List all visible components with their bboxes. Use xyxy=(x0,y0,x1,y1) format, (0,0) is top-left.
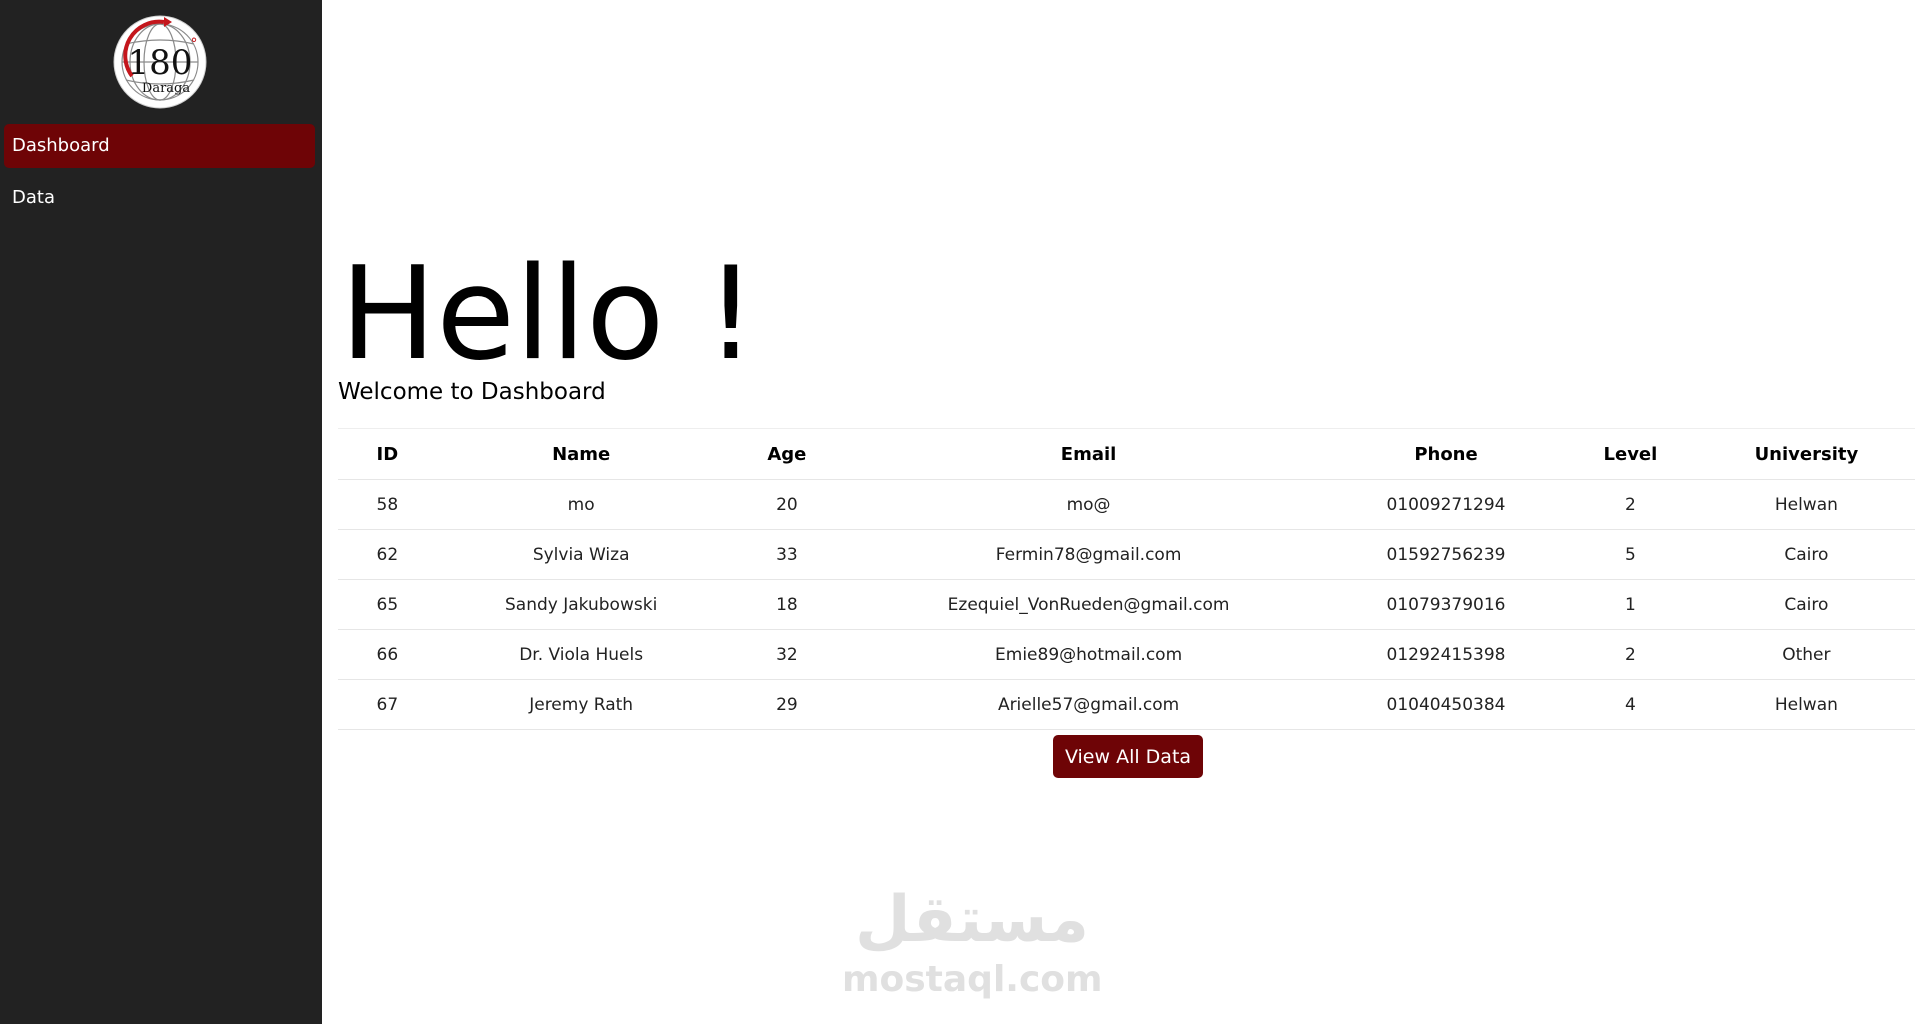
cell-phone: 01292415398 xyxy=(1328,629,1564,680)
table-row: 65 Sandy Jakubowski 18 Ezequiel_VonRuede… xyxy=(338,579,1915,630)
cell-email: Arielle57@gmail.com xyxy=(848,679,1329,730)
cell-university: Cairo xyxy=(1697,579,1915,630)
page-title: Hello ! xyxy=(340,240,757,389)
cell-age: 33 xyxy=(725,529,849,580)
watermark-latin: mostaql.com xyxy=(842,959,1103,1000)
cell-email: Emie89@hotmail.com xyxy=(848,629,1329,680)
column-header-level: Level xyxy=(1563,428,1698,480)
cell-name: Sandy Jakubowski xyxy=(436,579,726,630)
column-header-phone: Phone xyxy=(1328,428,1564,480)
cell-level: 4 xyxy=(1563,679,1698,730)
svg-text:Daraga: Daraga xyxy=(142,81,190,96)
cell-name: Dr. Viola Huels xyxy=(436,629,726,680)
watermark: مستقل mostaql.com xyxy=(842,880,1103,1000)
cell-name: Jeremy Rath xyxy=(436,679,726,730)
cell-id: 65 xyxy=(338,579,437,630)
sidebar: 180 ° Daraga Dashboard Data xyxy=(0,0,322,1024)
cell-phone: 01592756239 xyxy=(1328,529,1564,580)
cell-phone: 01079379016 xyxy=(1328,579,1564,630)
cell-level: 5 xyxy=(1563,529,1698,580)
cell-age: 32 xyxy=(725,629,849,680)
column-header-email: Email xyxy=(848,428,1329,480)
cell-university: Helwan xyxy=(1697,679,1915,730)
page-subtitle: Welcome to Dashboard xyxy=(338,379,606,405)
watermark-arabic: مستقل xyxy=(854,883,1090,957)
cell-id: 62 xyxy=(338,529,437,580)
cell-id: 67 xyxy=(338,679,437,730)
students-table: ID Name Age Email Phone Level University… xyxy=(338,428,1915,730)
column-header-university: University xyxy=(1697,428,1915,480)
view-all-data-button[interactable]: View All Data xyxy=(1053,735,1203,778)
cell-level: 2 xyxy=(1563,479,1698,530)
table-header: ID Name Age Email Phone Level University xyxy=(338,428,1915,480)
cell-name: Sylvia Wiza xyxy=(436,529,726,580)
cell-id: 66 xyxy=(338,629,437,680)
sidebar-nav: Dashboard Data xyxy=(4,124,315,228)
table-body: 58 mo 20 mo@ 01009271294 2 Helwan 62 Syl… xyxy=(338,479,1915,730)
cell-university: Helwan xyxy=(1697,479,1915,530)
cell-age: 20 xyxy=(725,479,849,530)
svg-text:180: 180 xyxy=(128,43,193,83)
app-root: 180 ° Daraga Dashboard Data Hello ! Welc… xyxy=(0,0,1915,1024)
svg-text:°: ° xyxy=(191,36,198,52)
cell-email: mo@ xyxy=(848,479,1329,530)
cell-university: Other xyxy=(1697,629,1915,680)
cell-email: Ezequiel_VonRueden@gmail.com xyxy=(848,579,1329,630)
cell-name: mo xyxy=(436,479,726,530)
table-row: 66 Dr. Viola Huels 32 Emie89@hotmail.com… xyxy=(338,629,1915,680)
logo-icon: 180 ° Daraga xyxy=(113,15,207,109)
cell-phone: 01040450384 xyxy=(1328,679,1564,730)
table-header-row: ID Name Age Email Phone Level University xyxy=(338,428,1915,480)
column-header-age: Age xyxy=(725,428,849,480)
cell-age: 18 xyxy=(725,579,849,630)
main-content: Hello ! Welcome to Dashboard ID Name Age… xyxy=(322,0,1915,1024)
column-header-name: Name xyxy=(436,428,726,480)
table-row: 67 Jeremy Rath 29 Arielle57@gmail.com 01… xyxy=(338,679,1915,730)
sidebar-item-data[interactable]: Data xyxy=(4,176,315,220)
cell-level: 1 xyxy=(1563,579,1698,630)
cell-email: Fermin78@gmail.com xyxy=(848,529,1329,580)
table-row: 62 Sylvia Wiza 33 Fermin78@gmail.com 015… xyxy=(338,529,1915,580)
column-header-id: ID xyxy=(338,428,437,480)
cell-university: Cairo xyxy=(1697,529,1915,580)
table-row: 58 mo 20 mo@ 01009271294 2 Helwan xyxy=(338,479,1915,530)
cell-id: 58 xyxy=(338,479,437,530)
cell-age: 29 xyxy=(725,679,849,730)
brand-logo[interactable]: 180 ° Daraga xyxy=(110,12,210,110)
sidebar-item-dashboard[interactable]: Dashboard xyxy=(4,124,315,168)
cell-level: 2 xyxy=(1563,629,1698,680)
cell-phone: 01009271294 xyxy=(1328,479,1564,530)
